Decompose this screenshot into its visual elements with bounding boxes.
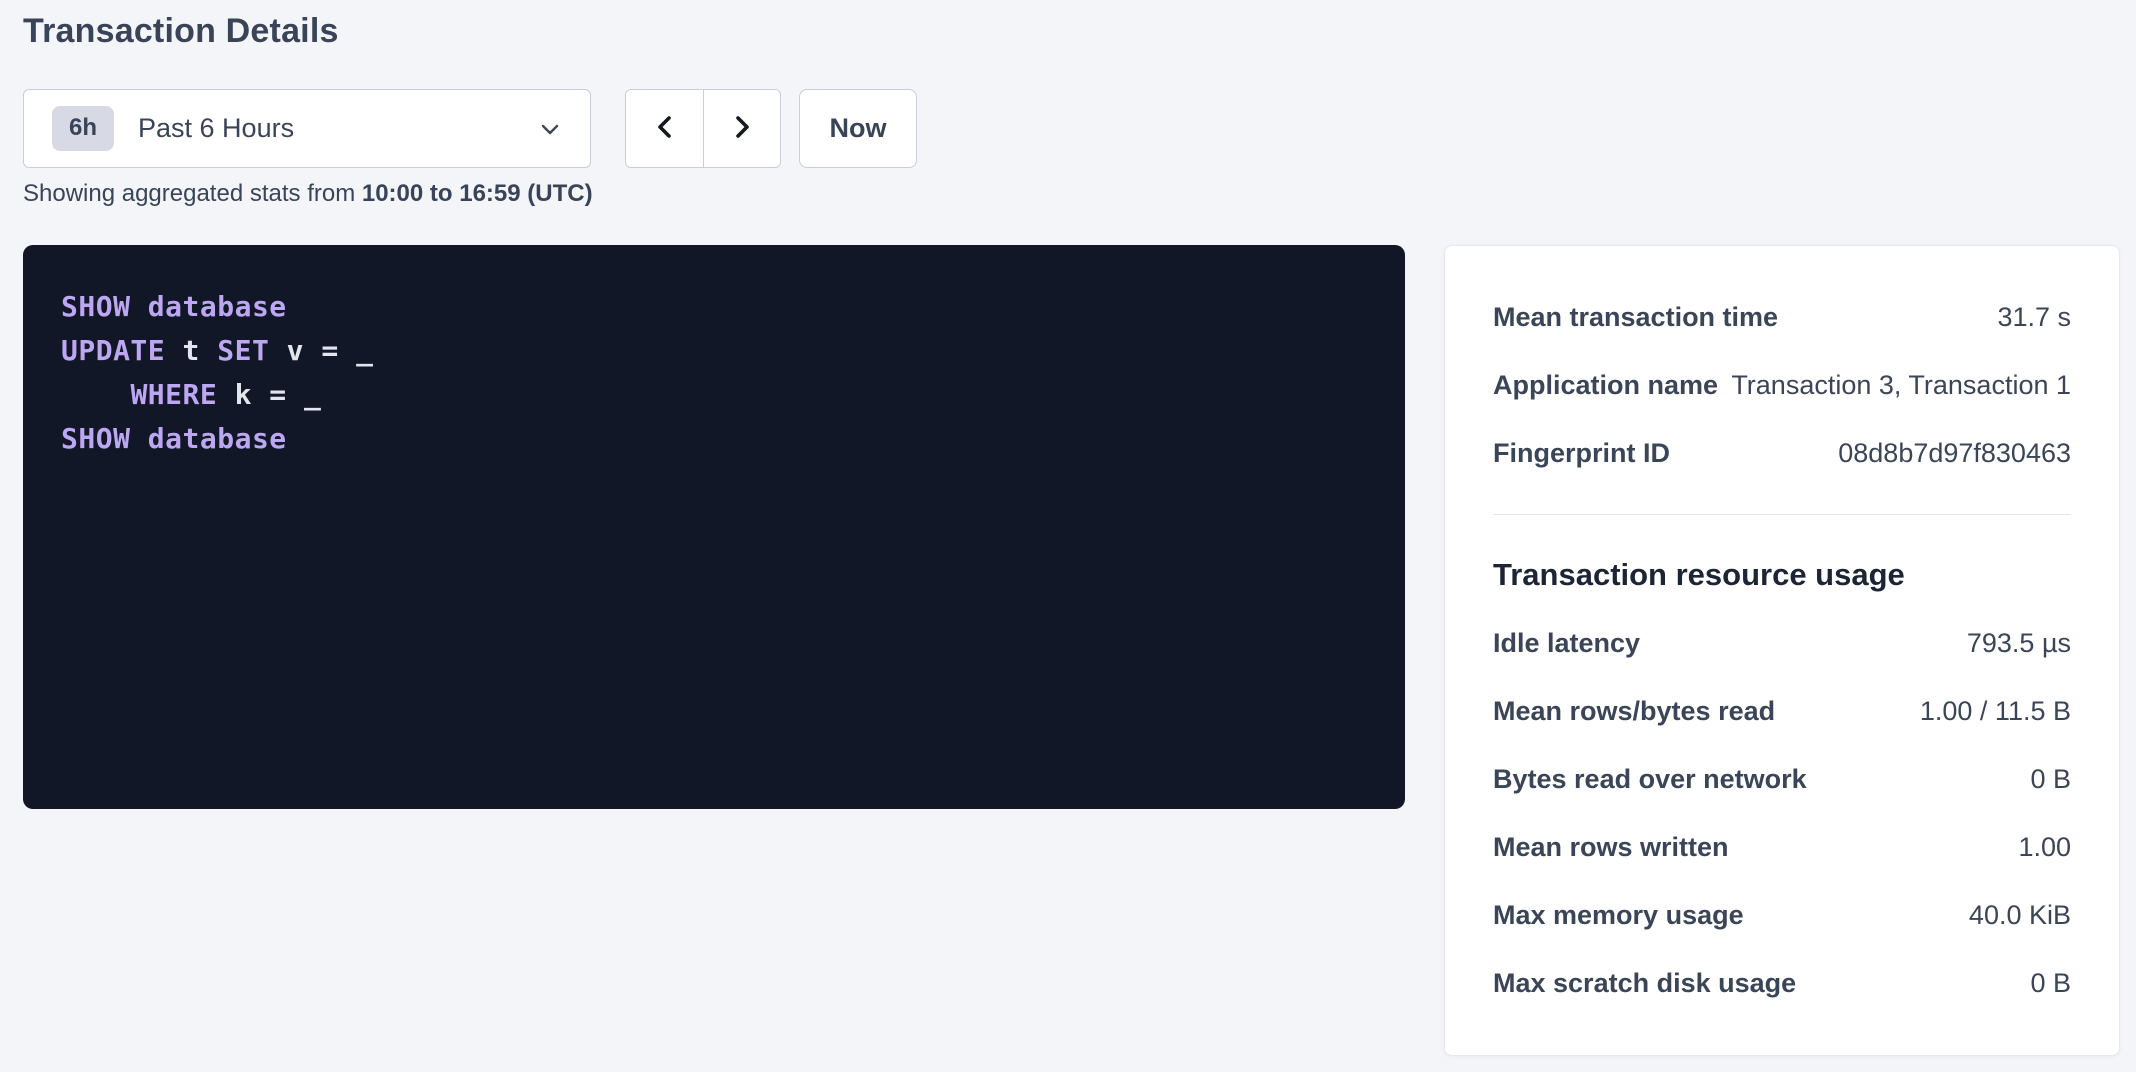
sql-identifier: k = _ — [217, 378, 321, 411]
transaction-details-card: Mean transaction time 31.7 s Application n… — [1444, 245, 2120, 1056]
stat-value: 31.7 s — [1997, 302, 2071, 333]
stat-value: 40.0 KiB — [1969, 900, 2071, 931]
stat-value: 0 B — [2030, 968, 2071, 999]
aggregation-period-text: Showing aggregated stats from 10:00 to 1… — [23, 180, 593, 208]
sql-statement-box: SHOW databaseUPDATE t SET v = _ WHERE k … — [23, 245, 1405, 809]
resource-usage-heading: Transaction resource usage — [1493, 541, 2071, 609]
stat-row: Max scratch disk usage 0 B — [1493, 949, 2071, 1017]
card-divider — [1493, 514, 2071, 515]
summary-stats: Mean transaction time 31.7 s Application n… — [1493, 283, 2071, 487]
stat-label: Max memory usage — [1493, 900, 1744, 931]
stat-value: 0 B — [2030, 764, 2071, 795]
sql-keyword: UPDATE — [61, 334, 165, 367]
stat-label: Mean transaction time — [1493, 302, 1778, 333]
stat-label: Max scratch disk usage — [1493, 968, 1796, 999]
chevron-left-icon — [651, 113, 679, 144]
chevron-down-icon — [538, 117, 562, 141]
previous-interval-button[interactable] — [626, 90, 703, 167]
time-nav-button-group — [625, 89, 781, 168]
page-title: Transaction Details — [23, 12, 339, 51]
next-interval-button[interactable] — [703, 90, 780, 167]
stat-label: Fingerprint ID — [1493, 438, 1670, 469]
stat-row: Idle latency 793.5 µs — [1493, 609, 2071, 677]
stat-label: Mean rows/bytes read — [1493, 696, 1775, 727]
stat-value: 1.00 — [2018, 832, 2071, 863]
now-button[interactable]: Now — [799, 89, 917, 168]
stat-row: Fingerprint ID 08d8b7d97f830463 — [1493, 419, 2071, 487]
sql-line: SHOW database — [61, 417, 1367, 461]
sql-identifier — [130, 290, 147, 323]
stat-value: 08d8b7d97f830463 — [1838, 438, 2071, 469]
stat-row: Max memory usage 40.0 KiB — [1493, 881, 2071, 949]
stat-row: Bytes read over network 0 B — [1493, 745, 2071, 813]
stat-row: Mean transaction time 31.7 s — [1493, 283, 2071, 351]
stat-row: Mean rows written 1.00 — [1493, 813, 2071, 881]
time-range-dropdown[interactable]: 6h Past 6 Hours — [23, 89, 591, 168]
stat-label: Bytes read over network — [1493, 764, 1807, 795]
sql-line: WHERE k = _ — [61, 373, 1367, 417]
stat-value: 1.00 / 11.5 B — [1920, 696, 2071, 727]
time-range-label: Past 6 Hours — [138, 113, 538, 144]
sql-line: UPDATE t SET v = _ — [61, 329, 1367, 373]
resource-usage-stats: Idle latency 793.5 µs Mean rows/bytes read… — [1493, 609, 2071, 1017]
sql-keyword: SET — [217, 334, 269, 367]
sql-keyword: database — [148, 290, 287, 323]
stat-label: Idle latency — [1493, 628, 1640, 659]
sql-identifier: v = _ — [269, 334, 373, 367]
stat-row: Mean rows/bytes read 1.00 / 11.5 B — [1493, 677, 2071, 745]
chevron-right-icon — [728, 113, 756, 144]
sql-identifier: t — [165, 334, 217, 367]
aggregation-period-range: 10:00 to 16:59 (UTC) — [362, 180, 593, 207]
sql-keyword: SHOW — [61, 422, 130, 455]
stat-label: Application name — [1493, 370, 1718, 401]
sql-keyword: SHOW — [61, 290, 130, 323]
stat-row: Application name Transaction 3, Transacti… — [1493, 351, 2071, 419]
sql-identifier — [61, 378, 130, 411]
sql-identifier — [130, 422, 147, 455]
stat-label: Mean rows written — [1493, 832, 1729, 863]
time-controls: 6h Past 6 Hours — [23, 89, 917, 168]
stat-value: 793.5 µs — [1967, 628, 2071, 659]
transaction-details-page: Transaction Details 6h Past 6 Hours — [0, 0, 2136, 1072]
stat-value: Transaction 3, Transaction 1 — [1731, 370, 2071, 401]
sql-keyword: WHERE — [130, 378, 217, 411]
sql-keyword: database — [148, 422, 287, 455]
sql-line: SHOW database — [61, 285, 1367, 329]
time-range-badge: 6h — [52, 106, 114, 151]
